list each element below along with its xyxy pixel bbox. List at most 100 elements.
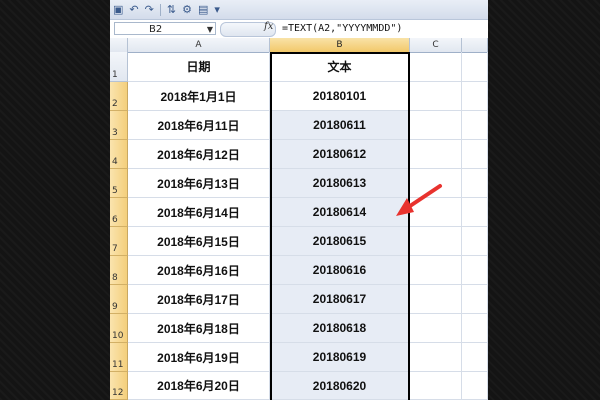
sort-icon[interactable]: ⇅ bbox=[167, 4, 176, 15]
chart-icon[interactable]: ▤ bbox=[198, 4, 208, 15]
column-header-b[interactable]: B bbox=[270, 38, 410, 52]
row-header[interactable]: 6 bbox=[110, 198, 128, 227]
row-number: 8 bbox=[112, 273, 118, 283]
date-cell[interactable]: 2018年6月15日 bbox=[128, 227, 270, 256]
save-icon[interactable]: ▣ bbox=[113, 4, 123, 15]
empty-cell[interactable] bbox=[462, 198, 488, 227]
date-cell[interactable]: 2018年6月20日 bbox=[128, 372, 270, 400]
column-header-d[interactable] bbox=[462, 38, 488, 52]
row-header[interactable]: 7 bbox=[110, 227, 128, 256]
text-cell[interactable]: 20180618 bbox=[270, 314, 410, 343]
empty-cell[interactable] bbox=[462, 52, 488, 82]
undo-icon[interactable]: ↶ bbox=[129, 4, 138, 15]
date-cell[interactable]: 2018年6月12日 bbox=[128, 140, 270, 169]
empty-cell[interactable] bbox=[410, 372, 462, 400]
empty-cell[interactable] bbox=[462, 227, 488, 256]
row-header[interactable]: 3 bbox=[110, 111, 128, 140]
text-cell[interactable]: 20180620 bbox=[270, 372, 410, 400]
text-cell[interactable]: 20180612 bbox=[270, 140, 410, 169]
table-row: 1 日期 文本 bbox=[110, 52, 488, 82]
formula-bar: B2 ▼ fx =TEXT(A2,"YYYYMMDD") bbox=[110, 20, 488, 39]
row-number: 2 bbox=[112, 99, 118, 109]
excel-window: ▣ ↶ ↷ ⇅ ⚙ ▤ ▾ B2 ▼ fx =TEXT(A2,"YYYYMMDD… bbox=[110, 0, 488, 400]
column-header-a[interactable]: A bbox=[128, 38, 270, 52]
dropdown-icon[interactable]: ▾ bbox=[214, 4, 220, 15]
text-cell[interactable]: 20180613 bbox=[270, 169, 410, 198]
date-cell[interactable]: 2018年6月14日 bbox=[128, 198, 270, 227]
date-cell[interactable]: 2018年6月11日 bbox=[128, 111, 270, 140]
row-number: 6 bbox=[112, 215, 118, 225]
table-row: 3 2018年6月11日 20180611 bbox=[110, 111, 488, 140]
empty-cell[interactable] bbox=[462, 111, 488, 140]
row-number: 7 bbox=[112, 244, 118, 254]
date-cell[interactable]: 2018年6月19日 bbox=[128, 343, 270, 372]
column-header-c[interactable]: C bbox=[410, 38, 462, 52]
text-cell[interactable]: 20180616 bbox=[270, 256, 410, 285]
row-number: 11 bbox=[112, 360, 124, 370]
empty-cell[interactable] bbox=[410, 343, 462, 372]
date-cell[interactable]: 2018年6月17日 bbox=[128, 285, 270, 314]
empty-cell[interactable] bbox=[410, 198, 462, 227]
empty-cell[interactable] bbox=[462, 140, 488, 169]
date-cell[interactable]: 2018年6月13日 bbox=[128, 169, 270, 198]
empty-cell[interactable] bbox=[410, 82, 462, 111]
date-cell[interactable]: 2018年6月16日 bbox=[128, 256, 270, 285]
row-header[interactable]: 12 bbox=[110, 372, 128, 400]
row-number: 12 bbox=[112, 388, 124, 398]
table-row: 10 2018年6月18日 20180618 bbox=[110, 314, 488, 343]
chevron-down-icon[interactable]: ▼ bbox=[207, 23, 213, 36]
row-header[interactable]: 5 bbox=[110, 169, 128, 198]
row-number: 10 bbox=[112, 331, 124, 341]
table-row: 8 2018年6月16日 20180616 bbox=[110, 256, 488, 285]
empty-cell[interactable] bbox=[462, 314, 488, 343]
formula-input[interactable]: =TEXT(A2,"YYYYMMDD") bbox=[282, 22, 402, 35]
filter-icon[interactable]: ⚙ bbox=[182, 4, 192, 15]
empty-cell[interactable] bbox=[410, 314, 462, 343]
text-cell[interactable]: 20180614 bbox=[270, 198, 410, 227]
table-row: 5 2018年6月13日 20180613 bbox=[110, 169, 488, 198]
row-header[interactable]: 9 bbox=[110, 285, 128, 314]
row-number: 9 bbox=[112, 302, 118, 312]
row-number: 4 bbox=[112, 157, 118, 167]
text-cell[interactable]: 20180619 bbox=[270, 343, 410, 372]
row-header[interactable]: 10 bbox=[110, 314, 128, 343]
row-header[interactable]: 2 bbox=[110, 82, 128, 111]
empty-cell[interactable] bbox=[410, 169, 462, 198]
row-header[interactable]: 4 bbox=[110, 140, 128, 169]
text-cell[interactable]: 20180615 bbox=[270, 227, 410, 256]
empty-cell[interactable] bbox=[462, 343, 488, 372]
empty-cell[interactable] bbox=[462, 372, 488, 400]
empty-cell[interactable] bbox=[462, 169, 488, 198]
date-cell[interactable]: 2018年6月18日 bbox=[128, 314, 270, 343]
text-cell[interactable]: 20180611 bbox=[270, 111, 410, 140]
redo-icon[interactable]: ↷ bbox=[145, 4, 154, 15]
empty-cell[interactable] bbox=[410, 52, 462, 82]
empty-cell[interactable] bbox=[410, 256, 462, 285]
name-box[interactable]: B2 ▼ bbox=[114, 22, 216, 35]
empty-cell[interactable] bbox=[410, 227, 462, 256]
table-row: 2 2018年1月1日 20180101 bbox=[110, 82, 488, 111]
empty-cell[interactable] bbox=[410, 285, 462, 314]
header-cell-text[interactable]: 文本 bbox=[270, 52, 410, 82]
table-row: 12 2018年6月20日 20180620 bbox=[110, 372, 488, 400]
empty-cell[interactable] bbox=[410, 140, 462, 169]
row-header[interactable]: 1 bbox=[110, 52, 128, 82]
row-header[interactable]: 11 bbox=[110, 343, 128, 372]
column-headers: A B C bbox=[110, 38, 488, 53]
empty-cell[interactable] bbox=[462, 256, 488, 285]
select-all-corner[interactable] bbox=[110, 38, 128, 52]
empty-cell[interactable] bbox=[462, 82, 488, 111]
header-cell-date[interactable]: 日期 bbox=[128, 52, 270, 82]
table-row: 7 2018年6月15日 20180615 bbox=[110, 227, 488, 256]
fx-icon[interactable]: fx bbox=[264, 21, 273, 32]
quick-access-toolbar: ▣ ↶ ↷ ⇅ ⚙ ▤ ▾ bbox=[110, 0, 488, 20]
empty-cell[interactable] bbox=[410, 111, 462, 140]
row-header[interactable]: 8 bbox=[110, 256, 128, 285]
empty-cell[interactable] bbox=[462, 285, 488, 314]
table-row: 9 2018年6月17日 20180617 bbox=[110, 285, 488, 314]
text-cell[interactable]: 20180617 bbox=[270, 285, 410, 314]
text-cell[interactable]: 20180101 bbox=[270, 82, 410, 111]
date-cell[interactable]: 2018年1月1日 bbox=[128, 82, 270, 111]
sheet-grid: 1 日期 文本 2 2018年1月1日 20180101 3 2018年6月11… bbox=[110, 52, 488, 400]
table-row: 6 2018年6月14日 20180614 bbox=[110, 198, 488, 227]
